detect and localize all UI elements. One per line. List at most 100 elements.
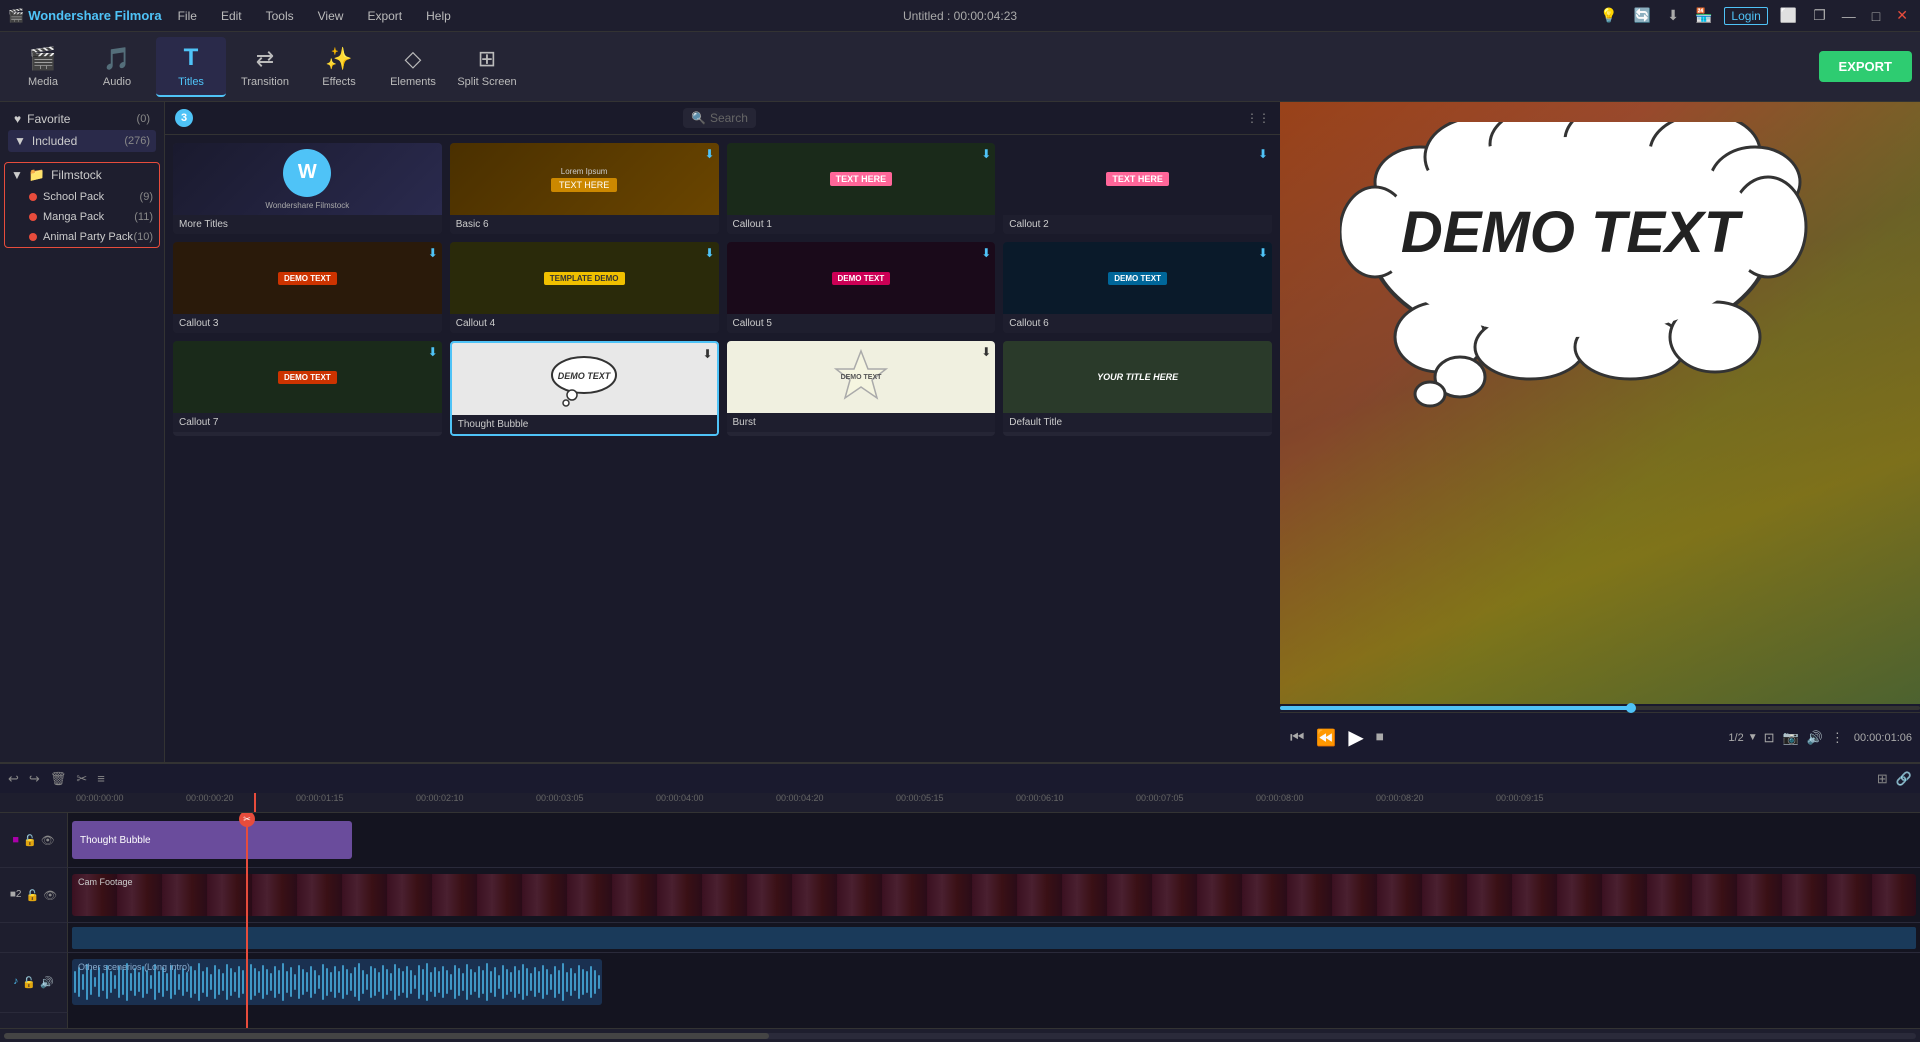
export-button[interactable]: EXPORT <box>1819 51 1912 82</box>
menu-export[interactable]: Export <box>363 7 406 25</box>
more-options-icon[interactable]: ⋮ <box>1829 728 1846 748</box>
tool-elements[interactable]: ◇ Elements <box>378 37 448 97</box>
volume-icon[interactable]: 🔊 <box>1805 728 1825 748</box>
ts-5: 00:00:04:00 <box>656 793 704 803</box>
track-eye-icon-v[interactable]: 👁 <box>43 889 57 902</box>
card-thought-bubble[interactable]: ⬇ DEMO TEXT Thought Bubble <box>450 341 719 436</box>
menu-tools[interactable]: Tools <box>262 7 298 25</box>
title-block[interactable]: Thought Bubble <box>72 821 352 859</box>
tool-transition[interactable]: ⇄ Transition <box>230 37 300 97</box>
preview-play[interactable]: ▶ <box>1346 723 1365 752</box>
link-icon[interactable]: 🔗 <box>1896 771 1912 787</box>
card-filmstock-label: More Titles <box>173 215 442 234</box>
menu-help[interactable]: Help <box>422 7 455 25</box>
track-lock-icon-v[interactable]: 🔓 <box>25 889 39 902</box>
card-default-thumb: YOUR TITLE HERE <box>1003 341 1272 413</box>
preview-skip-back[interactable]: ⏮ <box>1288 727 1306 749</box>
card-callout7[interactable]: ⬇ DEMO TEXT Callout 7 <box>173 341 442 436</box>
ts-6: 00:00:04:20 <box>776 793 824 803</box>
store-icon[interactable]: 🏪 <box>1691 5 1716 26</box>
grid-options-icon[interactable]: ⋮⋮ <box>1246 111 1270 125</box>
content-number: 3 <box>175 109 193 127</box>
chevron-down-icon: ▼ <box>11 168 23 182</box>
redo-icon[interactable]: ↪ <box>29 771 40 787</box>
maximize-icon[interactable]: □ <box>1868 6 1884 26</box>
titlebar: 🎬 Wondershare Filmora File Edit Tools Vi… <box>0 0 1920 32</box>
included-row[interactable]: ▼ Included (276) <box>8 130 156 152</box>
video-block-2[interactable] <box>72 927 1916 949</box>
card-filmstock[interactable]: W Wondershare Filmstock More Titles <box>173 143 442 234</box>
ts-12: 00:00:09:15 <box>1496 793 1544 803</box>
menu-view[interactable]: View <box>314 7 348 25</box>
transition-icon: ⇄ <box>256 46 274 72</box>
tool-audio-label: Audio <box>103 76 131 88</box>
fullscreen-preview-icon[interactable]: ⊡ <box>1762 728 1777 748</box>
audio-track-icons: ♪ 🔓 🔊 <box>13 976 53 989</box>
video-track: Cam Footage <box>68 868 1920 923</box>
pack-item-manga[interactable]: Manga Pack (11) <box>5 207 159 227</box>
copy-icon[interactable]: ❐ <box>1809 5 1830 26</box>
filmstock-row[interactable]: ▼ 📁 Filmstock <box>5 163 159 187</box>
track-mute-icon[interactable]: 🔊 <box>40 976 54 989</box>
tool-effects[interactable]: ✨ Effects <box>304 37 374 97</box>
preview-step-back[interactable]: ⏪ <box>1314 726 1338 750</box>
download-icon[interactable]: ⬇ <box>1663 5 1683 26</box>
menu-file[interactable]: File <box>174 7 201 25</box>
menu-edit[interactable]: Edit <box>217 7 246 25</box>
card-callout4[interactable]: ⬇ TEMPLATE DEMO Callout 4 <box>450 242 719 333</box>
card-callout6[interactable]: ⬇ DEMO TEXT Callout 6 <box>1003 242 1272 333</box>
audio-block[interactable]: Other scenerios (Long intro) // generate… <box>72 959 602 1005</box>
card-callout1[interactable]: ⬇ TEXT HERE Callout 1 <box>727 143 996 234</box>
track-eye-icon[interactable]: 👁 <box>41 834 55 847</box>
video-track-icons: ■2 🔓 👁 <box>10 889 57 902</box>
card-callout3[interactable]: ⬇ DEMO TEXT Callout 3 <box>173 242 442 333</box>
close-icon[interactable]: ✕ <box>1892 5 1912 26</box>
video-block[interactable]: Cam Footage <box>72 874 1916 916</box>
card-default-label: Default Title <box>1003 413 1272 432</box>
school-pack-count: (9) <box>140 191 153 203</box>
fraction-dropdown[interactable]: ▼ <box>1748 732 1758 743</box>
settings-icon[interactable]: ≡ <box>97 771 105 786</box>
card-default-title[interactable]: YOUR TITLE HERE Default Title <box>1003 341 1272 436</box>
fullscreen-icon[interactable]: ⬜ <box>1776 5 1801 26</box>
ts-9: 00:00:07:05 <box>1136 793 1184 803</box>
ruler-track: 00:00:00:00 00:00:00:20 00:00:01:15 00:0… <box>76 793 1912 813</box>
card-callout5[interactable]: ⬇ DEMO TEXT Callout 5 <box>727 242 996 333</box>
tool-split-label: Split Screen <box>457 76 516 88</box>
track-lock-icon[interactable]: 🔓 <box>23 834 37 847</box>
search-box[interactable]: 🔍 Search <box>683 108 756 128</box>
track-lock-icon-a[interactable]: 🔓 <box>22 976 36 989</box>
seekbar-thumb[interactable] <box>1626 703 1636 713</box>
add-track-icon[interactable]: ⊞ <box>1877 771 1888 787</box>
preview-seekbar-area[interactable] <box>1280 704 1920 712</box>
track-header-video2 <box>0 923 68 953</box>
tool-audio[interactable]: 🎵 Audio <box>82 37 152 97</box>
lightbulb-icon[interactable]: 💡 <box>1596 5 1621 26</box>
minimize-icon[interactable]: — <box>1838 6 1860 26</box>
cut-icon[interactable]: ✂ <box>76 771 87 787</box>
tool-media[interactable]: 🎬 Media <box>8 37 78 97</box>
timeline-scrollbar[interactable] <box>0 1028 1920 1042</box>
download-icon-c5: ⬇ <box>981 246 991 260</box>
filmstock-sublabel: Wondershare Filmstock <box>265 201 349 210</box>
favorite-row[interactable]: ♥ Favorite (0) <box>8 108 156 130</box>
delete-icon[interactable]: 🗑 <box>50 771 67 787</box>
login-button[interactable]: Login <box>1724 7 1767 25</box>
left-panel: ♥ Favorite (0) ▼ Included (276) ▼ 📁 Film… <box>0 102 165 762</box>
ts-8: 00:00:06:10 <box>1016 793 1064 803</box>
card-burst-thumb: ⬇ DEMO TEXT <box>727 341 996 413</box>
pack-item-animal[interactable]: Animal Party Pack (10) <box>5 227 159 247</box>
sync-icon[interactable]: 🔄 <box>1630 5 1655 26</box>
card-callout2[interactable]: ⬇ TEXT HERE Callout 2 <box>1003 143 1272 234</box>
tool-titles[interactable]: T Titles <box>156 37 226 97</box>
pack-item-school[interactable]: School Pack (9) <box>5 187 159 207</box>
snapshot-icon[interactable]: 📷 <box>1781 728 1801 748</box>
download-icon-thought: ⬇ <box>702 347 712 361</box>
tool-split-screen[interactable]: ⊞ Split Screen <box>452 37 522 97</box>
heart-icon: ♥ <box>14 112 21 126</box>
preview-stop[interactable]: ⏹ <box>1374 727 1386 749</box>
undo-icon[interactable]: ↩ <box>8 771 19 787</box>
scrollbar-thumb[interactable] <box>4 1033 769 1039</box>
card-basic6[interactable]: ⬇ Lorem Ipsum TEXT HERE Basic 6 <box>450 143 719 234</box>
card-burst[interactable]: ⬇ DEMO TEXT Burst <box>727 341 996 436</box>
